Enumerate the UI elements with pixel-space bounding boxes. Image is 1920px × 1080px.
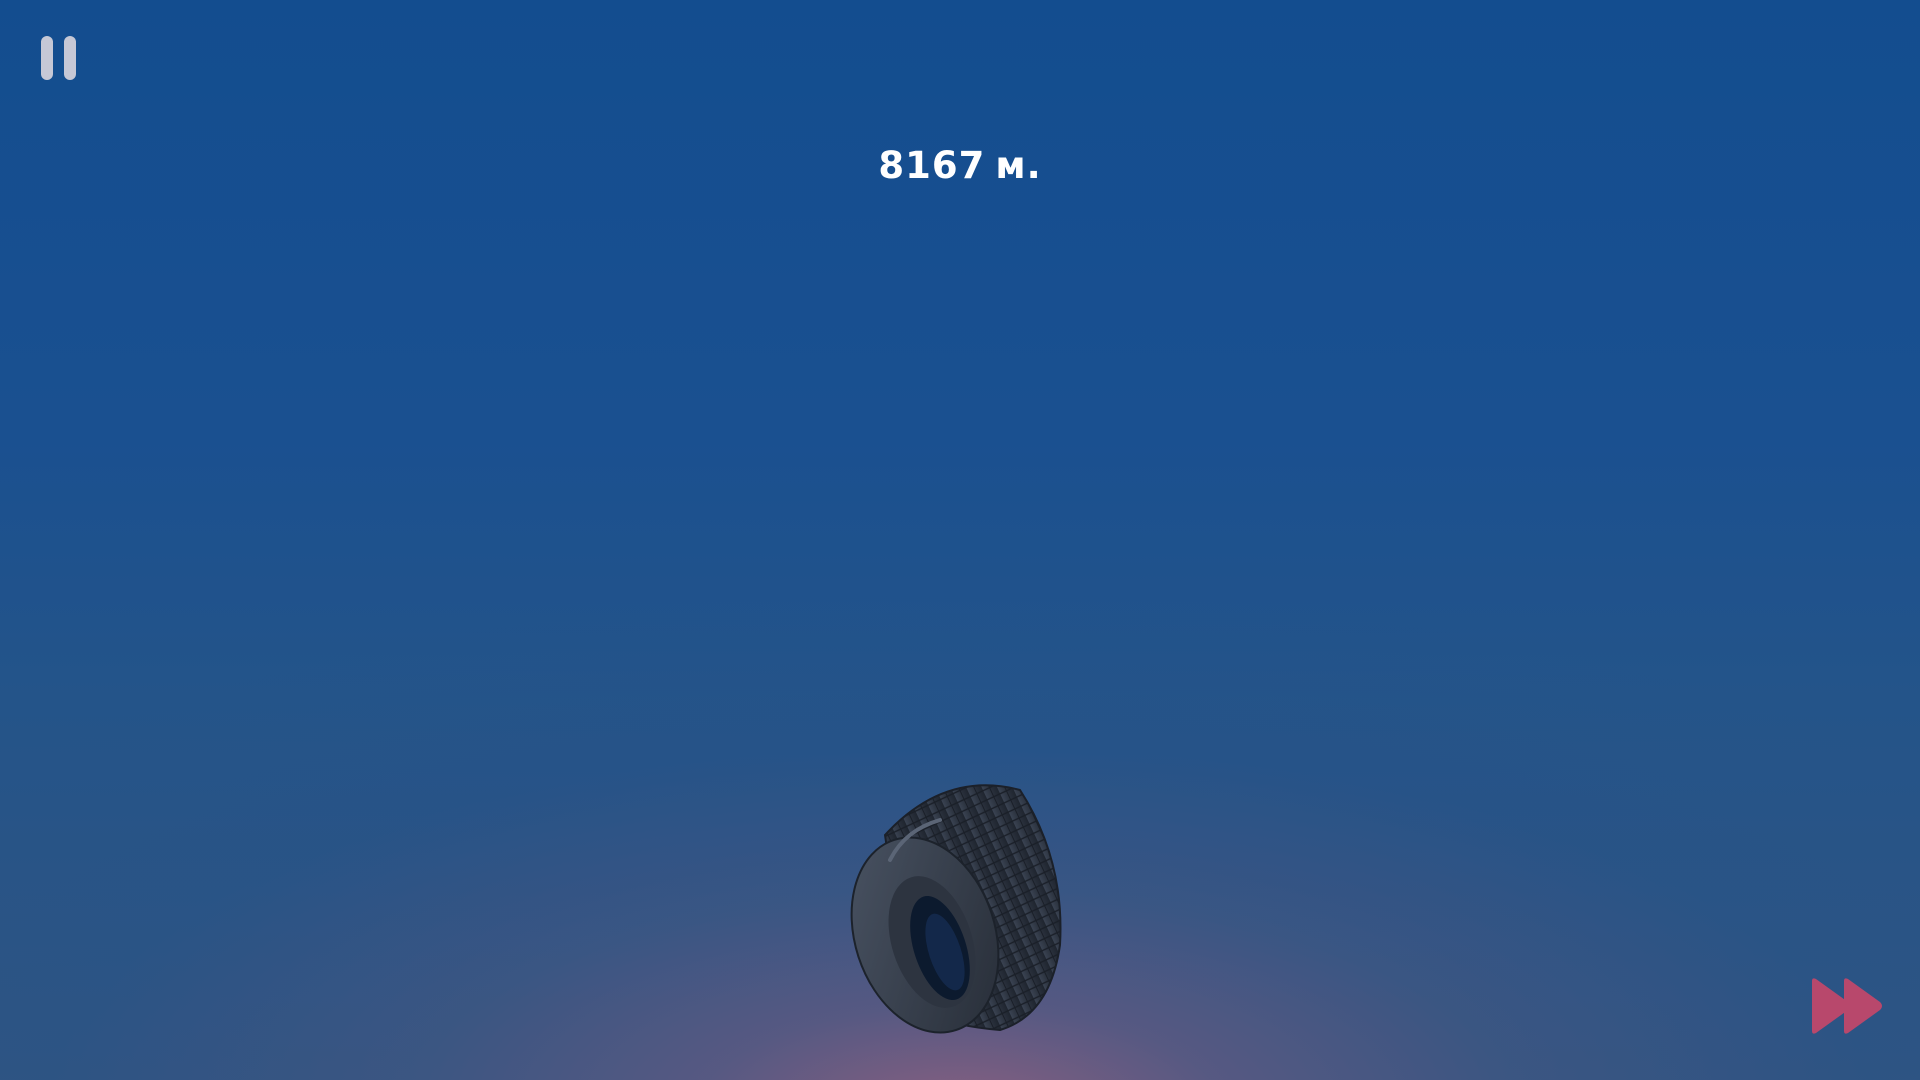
pause-button[interactable] bbox=[38, 36, 80, 82]
tire bbox=[850, 784, 1062, 1034]
fast-forward-button[interactable] bbox=[1808, 975, 1886, 1037]
pause-icon bbox=[41, 36, 53, 80]
pause-icon-bar bbox=[64, 36, 76, 80]
distance-value: 8167 bbox=[878, 144, 986, 187]
fast-forward-icon bbox=[1812, 978, 1882, 1034]
distance-counter: 8167 м. bbox=[760, 144, 1160, 187]
distance-unit: м. bbox=[995, 144, 1042, 187]
